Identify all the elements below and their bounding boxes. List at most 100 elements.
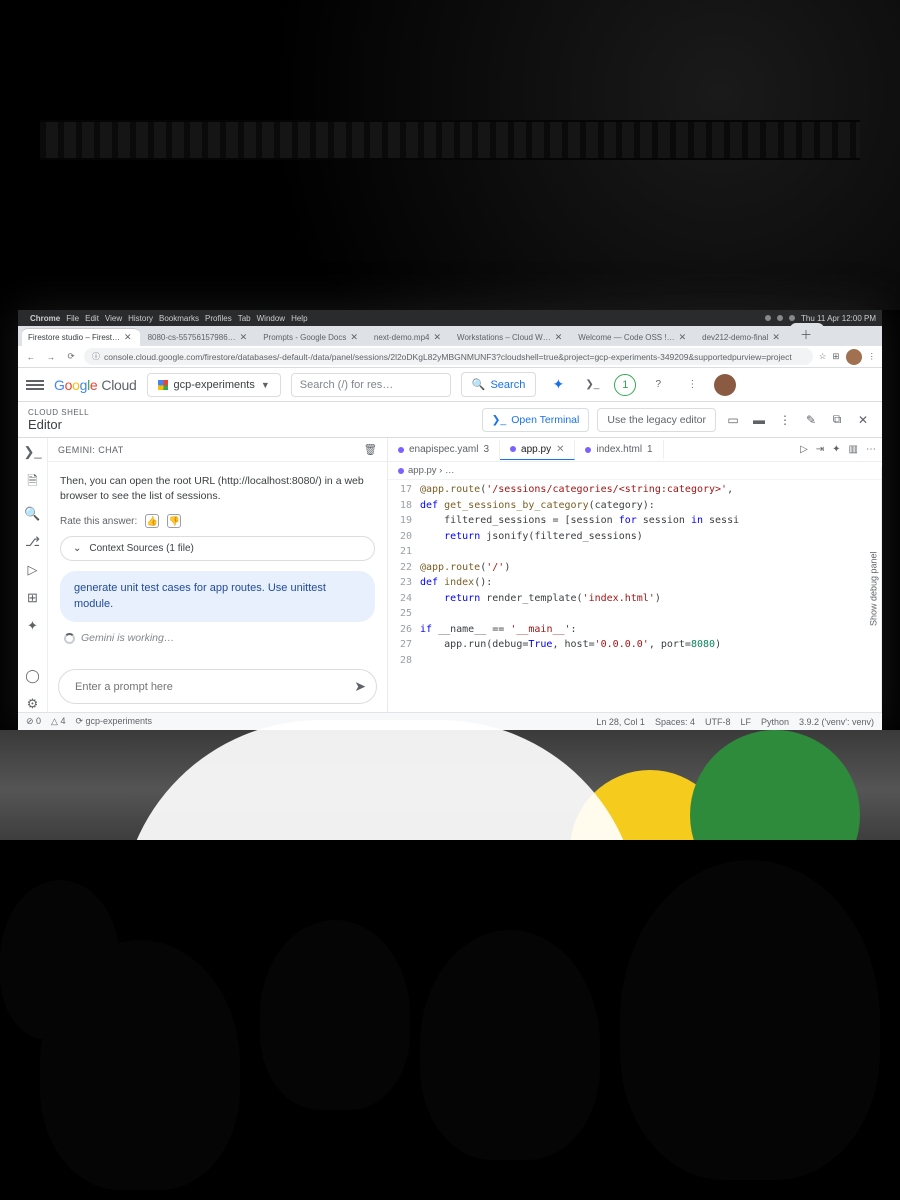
editor-tab[interactable]: app.py✕ [500, 440, 575, 460]
console-search-button[interactable]: 🔍 Search [461, 372, 537, 397]
new-chat-icon[interactable]: 🗑 [364, 443, 377, 456]
prompt-input[interactable] [75, 681, 354, 693]
mac-menu-file[interactable]: File [66, 314, 79, 323]
status-errors[interactable]: ⊘ 0 [26, 716, 41, 727]
debug-panel-toggle[interactable]: Show debug panel [866, 466, 882, 712]
settings-rail-icon[interactable]: ⚙ [27, 696, 39, 712]
close-tab-icon[interactable]: ✕ [556, 444, 564, 455]
search-icon: 🔍 [472, 378, 486, 391]
console-search-input[interactable]: Search (/) for res… [291, 373, 451, 397]
editor-tab[interactable]: index.html1 [575, 440, 663, 459]
spinner-icon [64, 633, 75, 644]
status-eol[interactable]: LF [740, 717, 751, 727]
google-cloud-logo[interactable]: GoogleCloud [54, 377, 137, 393]
tab-title: next-demo.mp4 [374, 333, 430, 342]
nav-menu-button[interactable] [26, 380, 44, 390]
close-tab-icon[interactable]: ✕ [240, 332, 248, 343]
split-icon[interactable]: ⇥ [816, 444, 824, 455]
status-language[interactable]: Python [761, 717, 789, 727]
extensions-rail-icon[interactable]: ⊞ [27, 590, 38, 606]
open-new-icon[interactable]: ⧉ [828, 412, 846, 427]
chrome-menu-icon[interactable]: ⋮ [868, 351, 877, 362]
close-tab-icon[interactable]: ✕ [433, 332, 441, 343]
legacy-editor-button[interactable]: Use the legacy editor [597, 408, 716, 432]
activity-bar: ❯_ 🗎 🔍 ⎇ ▷ ⊞ ✦ ◯ ⚙ [18, 438, 48, 712]
terminal-rail-icon[interactable]: ❯_ [23, 444, 41, 460]
forward-button[interactable]: → [44, 352, 58, 362]
layout-toggle-icon[interactable]: ▭ [724, 413, 742, 427]
source-control-rail-icon[interactable]: ⎇ [25, 534, 40, 550]
mac-menu-tab[interactable]: Tab [238, 314, 251, 323]
more-icon[interactable]: ⋮ [680, 373, 704, 397]
editor-tab[interactable]: enapispec.yaml3 [388, 440, 500, 459]
status-indent[interactable]: Spaces: 4 [655, 717, 695, 727]
context-sources-toggle[interactable]: ⌄ Context Sources (1 file) [60, 536, 375, 561]
file-icon [510, 446, 516, 452]
close-tab-icon[interactable]: ✕ [350, 332, 358, 343]
more-icon[interactable]: ⋮ [776, 413, 794, 427]
project-picker[interactable]: gcp-experiments ▼ [147, 373, 281, 397]
mac-menu-edit[interactable]: Edit [85, 314, 99, 323]
status-encoding[interactable]: UTF-8 [705, 717, 731, 727]
code-content[interactable]: @app.route('/sessions/categories/<string… [420, 480, 882, 712]
cloud-shell-icon[interactable]: ❯_ [580, 373, 604, 397]
reload-button[interactable]: ⟳ [64, 351, 78, 362]
menubar-status-icon [777, 315, 783, 321]
close-tab-icon[interactable]: ✕ [555, 332, 563, 343]
debug-rail-icon[interactable]: ▷ [28, 562, 38, 578]
mac-menu-view[interactable]: View [105, 314, 122, 323]
mac-menu-profiles[interactable]: Profiles [205, 314, 232, 323]
status-warnings[interactable]: △ 4 [51, 716, 65, 727]
explorer-rail-icon[interactable]: 🗎 [27, 472, 37, 494]
gemini-sparkle-icon[interactable]: ✦ [546, 373, 570, 397]
browser-tab[interactable]: next-demo.mp4✕ [368, 329, 449, 346]
browser-tab[interactable]: Welcome — Code OSS !…✕ [572, 329, 694, 346]
cloud-shell-header: CLOUD SHELL Editor ❯_ Open Terminal Use … [18, 402, 882, 438]
browser-tab-strip: Firestore studio – Firest…✕8080-cs-55756… [18, 326, 882, 346]
close-tab-icon[interactable]: ✕ [124, 332, 132, 343]
menubar-status-icon [789, 315, 795, 321]
status-project[interactable]: ⟳ gcp-experiments [75, 716, 152, 727]
search-rail-icon[interactable]: 🔍 [24, 506, 40, 522]
terminal-icon: ❯_ [492, 414, 507, 426]
close-tab-icon[interactable]: ✕ [772, 332, 780, 343]
thumbs-up-button[interactable]: 👍 [145, 514, 159, 528]
mac-menu-history[interactable]: History [128, 314, 153, 323]
account-rail-icon[interactable]: ◯ [25, 668, 40, 684]
more-icon[interactable]: ⋯ [866, 444, 876, 455]
mac-menu-bookmarks[interactable]: Bookmarks [159, 314, 199, 323]
project-icon [158, 380, 168, 390]
run-icon[interactable]: ▷ [800, 444, 808, 455]
extensions-icon[interactable]: ⊞ [832, 351, 839, 362]
thumbs-down-button[interactable]: 👎 [167, 514, 181, 528]
open-terminal-button[interactable]: ❯_ Open Terminal [482, 408, 590, 432]
panel-layout-icon[interactable]: ▥ [849, 444, 858, 455]
account-avatar[interactable] [714, 374, 736, 396]
help-icon[interactable]: ? [646, 373, 670, 397]
address-bar[interactable]: ⓘ console.cloud.google.com/firestore/dat… [84, 348, 813, 365]
browser-tab[interactable]: dev212-demo-final ✕ [696, 329, 788, 346]
status-interpreter[interactable]: 3.9.2 ('venv': venv) [799, 717, 874, 727]
send-button[interactable]: ➤ [354, 678, 366, 695]
status-cursor[interactable]: Ln 28, Col 1 [596, 717, 645, 727]
breadcrumb[interactable]: app.py › … [388, 462, 882, 480]
browser-tab[interactable]: Workstations – Cloud W…✕ [451, 329, 570, 346]
mac-menu-help[interactable]: Help [291, 314, 307, 323]
back-button[interactable]: ← [24, 352, 38, 362]
browser-tab[interactable]: 8080-cs-55756157986…✕ [142, 329, 256, 346]
gemini-chat-tab[interactable]: GEMINI: CHAT [58, 445, 124, 455]
edit-icon[interactable]: ✎ [802, 413, 820, 427]
tab-title: dev212-demo-final [702, 333, 768, 342]
profile-avatar[interactable] [846, 349, 862, 365]
close-tab-icon[interactable]: ✕ [679, 332, 687, 343]
gemini-rail-icon[interactable]: ✦ [27, 618, 38, 634]
sparkle-icon[interactable]: ✦ [832, 444, 840, 455]
browser-tab[interactable]: Prompts - Google Docs✕ [257, 329, 366, 346]
close-icon[interactable]: ✕ [854, 413, 872, 427]
layout-toggle-icon[interactable]: ▬ [750, 413, 768, 427]
bookmark-star-icon[interactable]: ☆ [819, 351, 827, 362]
browser-tab[interactable]: Firestore studio – Firest…✕ [22, 328, 140, 346]
new-tab-button[interactable]: ＋ [790, 323, 824, 346]
notifications-badge[interactable]: 1 [614, 374, 636, 396]
mac-menu-window[interactable]: Window [257, 314, 285, 323]
